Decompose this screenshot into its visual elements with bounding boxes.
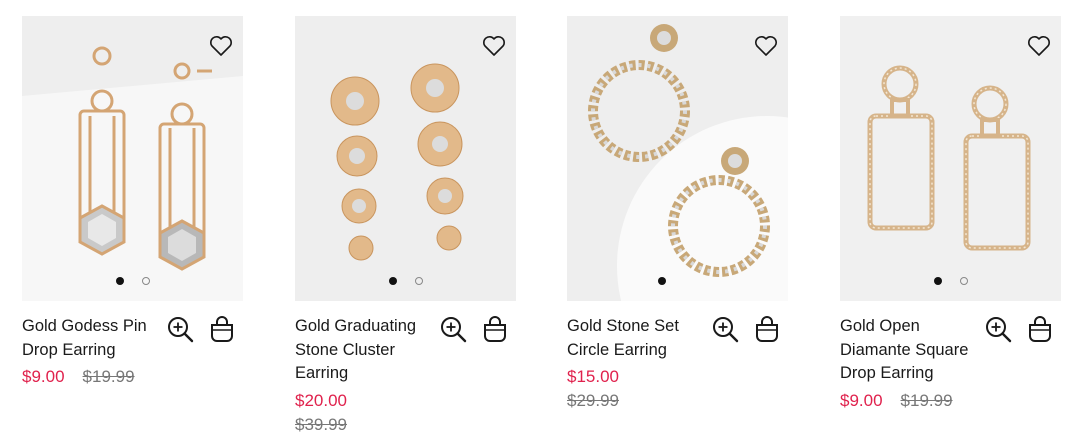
sale-price: $15.00 <box>567 367 619 386</box>
zoom-in-icon[interactable] <box>711 315 739 343</box>
wishlist-heart-icon[interactable] <box>754 35 778 57</box>
carousel-dot[interactable] <box>959 277 968 285</box>
product-image[interactable] <box>567 16 788 301</box>
earring-image <box>295 16 516 301</box>
zoom-in-icon[interactable] <box>166 315 194 343</box>
product-image[interactable] <box>295 16 516 301</box>
earring-image <box>840 16 1061 301</box>
wishlist-heart-icon[interactable] <box>482 35 506 57</box>
shopping-bag-icon[interactable] <box>1026 315 1054 343</box>
product-name[interactable]: Gold Stone Set Circle Earring <box>567 315 705 362</box>
shopping-bag-icon[interactable] <box>753 315 781 343</box>
price-row: $9.00 $19.99 <box>22 365 135 389</box>
was-price: $19.99 <box>900 391 953 410</box>
carousel-dot-active[interactable] <box>388 277 397 285</box>
image-carousel-dots <box>840 277 1061 285</box>
price-row: $15.00 $29.99 <box>567 365 637 413</box>
sale-price: $9.00 <box>840 391 883 410</box>
image-carousel-dots <box>22 277 243 285</box>
image-carousel-dots <box>567 277 788 285</box>
product-card[interactable]: Gold Graduating Stone Cluster Earring $2… <box>295 16 516 444</box>
product-name[interactable]: Gold Open Diamante Square Drop Earring <box>840 315 978 386</box>
product-grid: Gold Godess Pin Drop Earring $9.00 $19.99 <box>0 0 1080 444</box>
wishlist-heart-icon[interactable] <box>209 35 233 57</box>
product-card[interactable]: Gold Stone Set Circle Earring $15.00 $29… <box>567 16 788 444</box>
carousel-dot[interactable] <box>141 277 150 285</box>
was-price: $39.99 <box>295 415 347 434</box>
product-image[interactable] <box>22 16 243 301</box>
carousel-dot-active[interactable] <box>115 277 124 285</box>
earring-image <box>567 16 788 301</box>
product-card[interactable]: Gold Open Diamante Square Drop Earring $… <box>840 16 1061 444</box>
sale-price: $9.00 <box>22 367 65 386</box>
price-row: $9.00 $19.99 <box>840 389 953 413</box>
product-image[interactable] <box>840 16 1061 301</box>
carousel-dot-active[interactable] <box>933 277 942 285</box>
carousel-dot-active[interactable] <box>658 277 666 285</box>
product-name[interactable]: Gold Godess Pin Drop Earring <box>22 315 160 362</box>
zoom-in-icon[interactable] <box>439 315 467 343</box>
was-price: $19.99 <box>82 367 135 386</box>
price-row: $20.00 $39.99 <box>295 389 365 437</box>
carousel-dot[interactable] <box>414 277 423 285</box>
zoom-in-icon[interactable] <box>984 315 1012 343</box>
image-carousel-dots <box>295 277 516 285</box>
shopping-bag-icon[interactable] <box>481 315 509 343</box>
earring-image <box>22 16 243 301</box>
product-name[interactable]: Gold Graduating Stone Cluster Earring <box>295 315 433 386</box>
was-price: $29.99 <box>567 391 619 410</box>
sale-price: $20.00 <box>295 391 347 410</box>
wishlist-heart-icon[interactable] <box>1027 35 1051 57</box>
product-card[interactable]: Gold Godess Pin Drop Earring $9.00 $19.99 <box>22 16 243 444</box>
shopping-bag-icon[interactable] <box>208 315 236 343</box>
